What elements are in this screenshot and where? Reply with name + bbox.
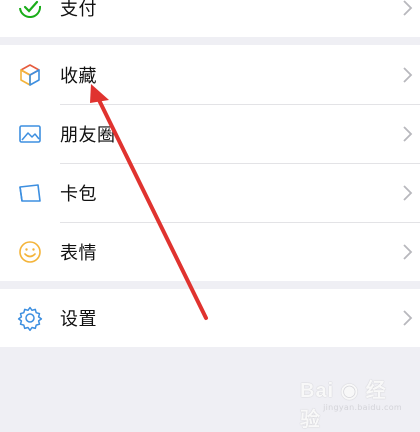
menu-item-favorites[interactable]: 收藏 xyxy=(0,45,420,104)
menu-group-pay: 支付 xyxy=(0,0,420,37)
menu-item-cards[interactable]: 卡包 xyxy=(0,163,420,222)
menu-item-label-cards: 卡包 xyxy=(60,183,97,205)
image-icon xyxy=(16,120,44,148)
gear-icon xyxy=(16,304,44,332)
chevron-right-icon xyxy=(400,309,414,327)
menu-item-moments[interactable]: 朋友圈 xyxy=(0,104,420,163)
menu-item-stickers[interactable]: 表情 xyxy=(0,222,420,281)
menu-item-label-moments: 朋友圈 xyxy=(60,124,116,146)
chevron-right-icon xyxy=(400,125,414,143)
menu-group-main: 收藏 朋友圈 卡包 表情 xyxy=(0,45,420,281)
chevron-right-icon xyxy=(400,0,414,17)
menu-item-label-favorites: 收藏 xyxy=(60,65,97,87)
chevron-right-icon xyxy=(400,243,414,261)
watermark-url: jingyan.baidu.com xyxy=(323,403,402,412)
menu-item-pay[interactable]: 支付 xyxy=(0,0,420,37)
payment-check-icon xyxy=(16,0,44,22)
smiley-icon xyxy=(16,238,44,266)
card-wallet-icon xyxy=(16,179,44,207)
menu-item-label-stickers: 表情 xyxy=(60,242,97,264)
menu-group-settings: 设置 xyxy=(0,289,420,347)
menu-item-label-pay: 支付 xyxy=(60,0,97,20)
menu-item-label-settings: 设置 xyxy=(60,309,97,330)
chevron-right-icon xyxy=(400,184,414,202)
watermark: Bai ◉ 经验 jingyan.baidu.com xyxy=(300,368,412,431)
cube-icon xyxy=(16,61,44,89)
chevron-right-icon xyxy=(400,66,414,84)
menu-item-settings[interactable]: 设置 xyxy=(0,289,420,347)
